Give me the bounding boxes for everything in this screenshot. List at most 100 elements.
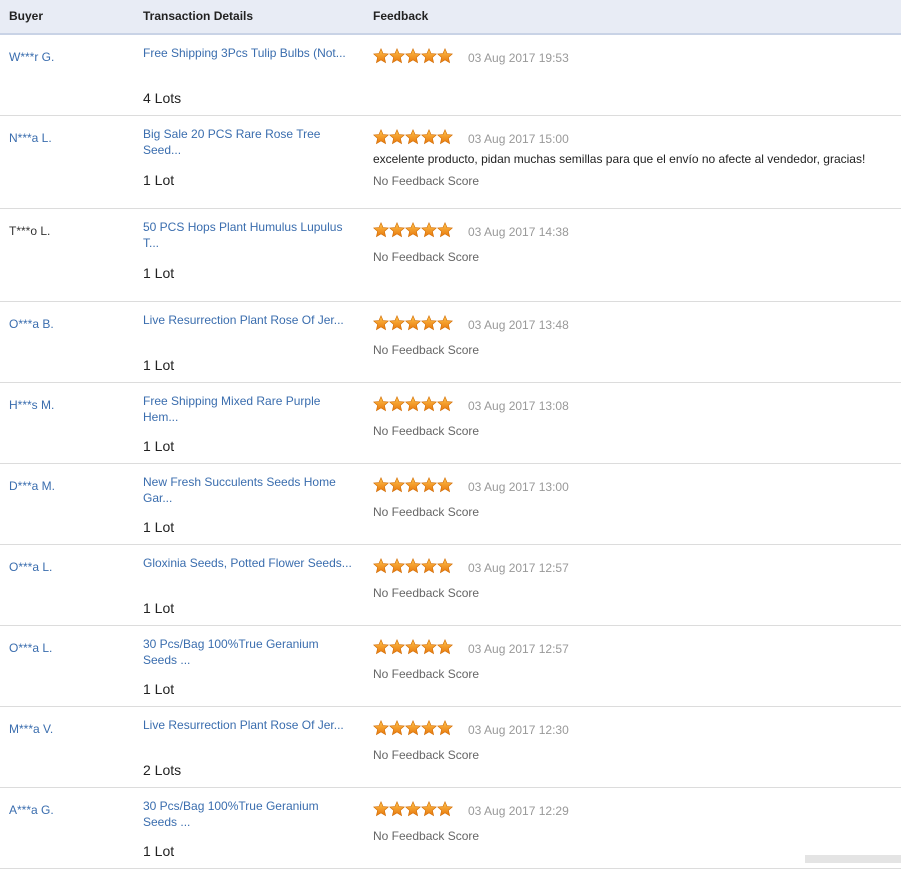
- header-buyer: Buyer: [9, 9, 44, 23]
- table-row: H***s M. Free Shipping Mixed Rare Purple …: [0, 383, 901, 464]
- quantity-label: 1 Lot: [143, 843, 175, 859]
- star-rating: [373, 48, 453, 64]
- quantity-label: 4 Lots: [143, 90, 182, 106]
- star-icon: [437, 315, 453, 331]
- star-rating: [373, 477, 453, 493]
- star-icon: [437, 48, 453, 64]
- star-icon: [437, 477, 453, 493]
- product-link[interactable]: Free Shipping 3Pcs Tulip Bulbs (Not...: [143, 45, 355, 61]
- star-icon: [421, 129, 437, 145]
- horizontal-scrollbar[interactable]: [805, 855, 901, 863]
- star-icon: [421, 477, 437, 493]
- product-link[interactable]: Live Resurrection Plant Rose Of Jer...: [143, 717, 355, 733]
- buyer-name[interactable]: N***a L.: [9, 131, 52, 145]
- feedback-date: 03 Aug 2017 12:30: [468, 723, 569, 737]
- product-link[interactable]: 50 PCS Hops Plant Humulus Lupulus T...: [143, 219, 355, 251]
- star-icon: [389, 48, 405, 64]
- star-icon: [405, 639, 421, 655]
- star-icon: [373, 48, 389, 64]
- buyer-name[interactable]: O***a L.: [9, 641, 52, 655]
- star-icon: [421, 558, 437, 574]
- star-icon: [373, 396, 389, 412]
- feedback-score: No Feedback Score: [373, 667, 480, 681]
- buyer-name[interactable]: O***a L.: [9, 560, 52, 574]
- feedback-date: 03 Aug 2017 12:57: [468, 642, 569, 656]
- star-rating: [373, 315, 453, 331]
- header-transaction-details: Transaction Details: [143, 9, 254, 23]
- product-link[interactable]: New Fresh Succulents Seeds Home Gar...: [143, 474, 355, 506]
- quantity-label: 1 Lot: [143, 600, 175, 616]
- star-icon: [405, 129, 421, 145]
- feedback-date: 03 Aug 2017 14:38: [468, 225, 569, 239]
- star-icon: [373, 639, 389, 655]
- star-icon: [421, 639, 437, 655]
- star-icon: [437, 396, 453, 412]
- quantity-label: 1 Lot: [143, 265, 175, 281]
- buyer-name[interactable]: O***a B.: [9, 317, 54, 331]
- quantity-label: 2 Lots: [143, 762, 182, 778]
- star-icon: [373, 477, 389, 493]
- star-icon: [373, 720, 389, 736]
- feedback-date: 03 Aug 2017 19:53: [468, 51, 569, 65]
- star-icon: [373, 801, 389, 817]
- table-row: M***a V. Live Resurrection Plant Rose Of …: [0, 707, 901, 788]
- star-icon: [437, 558, 453, 574]
- star-icon: [389, 222, 405, 238]
- star-icon: [373, 222, 389, 238]
- feedback-date: 03 Aug 2017 13:08: [468, 399, 569, 413]
- star-icon: [389, 558, 405, 574]
- quantity-label: 1 Lot: [143, 438, 175, 454]
- product-link[interactable]: Big Sale 20 PCS Rare Rose Tree Seed...: [143, 126, 355, 158]
- buyer-name[interactable]: D***a M.: [9, 479, 55, 493]
- star-icon: [405, 222, 421, 238]
- star-icon: [437, 639, 453, 655]
- star-icon: [405, 558, 421, 574]
- product-link[interactable]: 30 Pcs/Bag 100%True Geranium Seeds ...: [143, 798, 355, 830]
- table-row: O***a L. Gloxinia Seeds, Potted Flower Se…: [0, 545, 901, 626]
- table-row: D***a M. New Fresh Succulents Seeds Home …: [0, 464, 901, 545]
- feedback-score: No Feedback Score: [373, 343, 480, 357]
- star-rating: [373, 396, 453, 412]
- feedback-score: No Feedback Score: [373, 250, 480, 264]
- buyer-name[interactable]: W***r G.: [9, 50, 54, 64]
- star-icon: [421, 222, 437, 238]
- quantity-label: 1 Lot: [143, 681, 175, 697]
- star-icon: [405, 396, 421, 412]
- buyer-name[interactable]: A***a G.: [9, 803, 54, 817]
- table-row: T***o L. 50 PCS Hops Plant Humulus Lupulu…: [0, 209, 901, 302]
- product-link[interactable]: Live Resurrection Plant Rose Of Jer...: [143, 312, 355, 328]
- table-row: W***r G. Free Shipping 3Pcs Tulip Bulbs (…: [0, 35, 901, 116]
- star-icon: [373, 315, 389, 331]
- buyer-name: T***o L.: [9, 224, 51, 238]
- quantity-label: 1 Lot: [143, 172, 175, 188]
- feedback-date: 03 Aug 2017 13:48: [468, 318, 569, 332]
- star-rating: [373, 558, 453, 574]
- product-link[interactable]: 30 Pcs/Bag 100%True Geranium Seeds ...: [143, 636, 355, 668]
- star-icon: [437, 720, 453, 736]
- star-icon: [389, 315, 405, 331]
- feedback-score: No Feedback Score: [373, 748, 480, 762]
- buyer-name[interactable]: H***s M.: [9, 398, 54, 412]
- table-row: N***a L. Big Sale 20 PCS Rare Rose Tree S…: [0, 116, 901, 209]
- feedback-score: No Feedback Score: [373, 174, 480, 188]
- feedback-date: 03 Aug 2017 15:00: [468, 132, 569, 146]
- star-icon: [421, 315, 437, 331]
- header-feedback: Feedback: [373, 9, 429, 23]
- product-link[interactable]: Free Shipping Mixed Rare Purple Hem...: [143, 393, 355, 425]
- star-icon: [373, 558, 389, 574]
- star-icon: [389, 129, 405, 145]
- star-icon: [421, 720, 437, 736]
- product-link[interactable]: Gloxinia Seeds, Potted Flower Seeds...: [143, 555, 355, 571]
- star-rating: [373, 801, 453, 817]
- star-icon: [421, 396, 437, 412]
- star-icon: [437, 129, 453, 145]
- feedback-score: No Feedback Score: [373, 829, 480, 843]
- star-rating: [373, 222, 453, 238]
- feedback-score: No Feedback Score: [373, 586, 480, 600]
- star-rating: [373, 129, 453, 145]
- buyer-name[interactable]: M***a V.: [9, 722, 53, 736]
- table-row: O***a L. 30 Pcs/Bag 100%True Geranium See…: [0, 626, 901, 707]
- feedback-list: W***r G. Free Shipping 3Pcs Tulip Bulbs (…: [0, 35, 901, 869]
- star-icon: [405, 720, 421, 736]
- star-icon: [389, 720, 405, 736]
